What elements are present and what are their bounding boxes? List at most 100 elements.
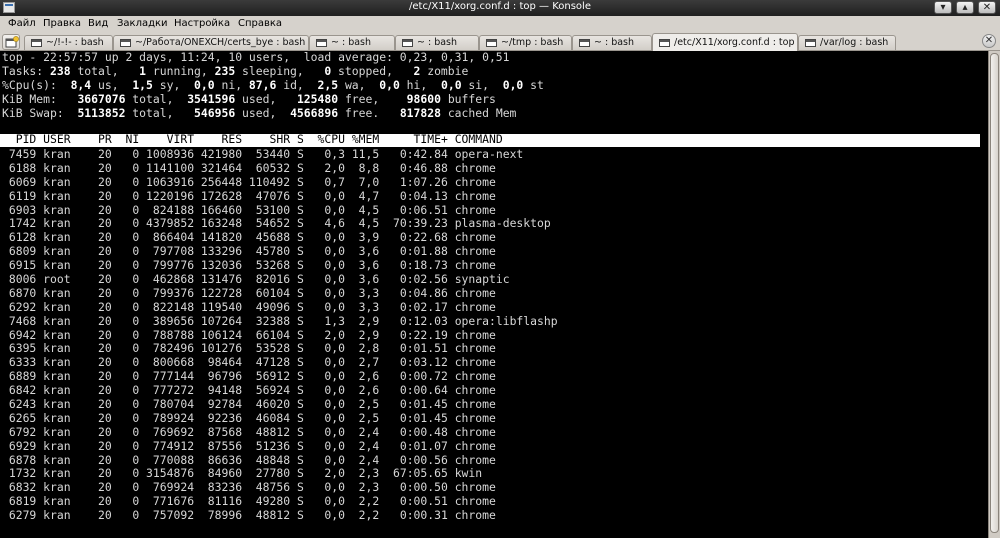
- cell-user: kran: [36, 299, 92, 314]
- tab-bash-2[interactable]: ~/Работа/ONEXCH/certs_bye : bash: [113, 35, 309, 50]
- terminal-view[interactable]: top - 22:57:57 up 2 days, 11:24, 10 user…: [0, 51, 988, 538]
- cell-virt: 797708: [139, 244, 195, 259]
- cell-virt: 799776: [139, 258, 195, 273]
- cell-mem: 4,5: [344, 202, 380, 217]
- cell-virt: 4379852: [139, 216, 195, 231]
- scrollbar-thumb[interactable]: [990, 53, 999, 533]
- cell-res: 133296: [194, 244, 243, 259]
- tab-bash-3[interactable]: ~ : bash: [309, 35, 395, 50]
- cell-pid: 6792: [2, 424, 37, 439]
- window-titlebar[interactable]: /etc/X11/xorg.conf.d : top — Konsole ▾ ▴…: [0, 0, 1000, 16]
- cell-ni: 0: [111, 508, 140, 523]
- cell-pr: 20: [91, 174, 112, 189]
- process-row: 6842 kran 20 0 777272 94148 56924 S 0,0 …: [2, 383, 558, 398]
- tasks-running: 1: [139, 63, 147, 78]
- cell-mem: 3,6: [344, 258, 380, 273]
- process-table-header[interactable]: PID USER PR NI VIRT RES SHR S %CPU %MEM …: [0, 132, 980, 147]
- cell-pr: 20: [91, 230, 112, 245]
- cell-shr: 45688: [242, 230, 291, 245]
- cell-virt: 780704: [139, 397, 195, 412]
- cell-cpu: 0,3: [303, 147, 345, 161]
- tab-bash-1[interactable]: ~/!-!- : bash: [24, 35, 113, 50]
- cell-pr: 20: [91, 369, 112, 384]
- cell-time: 0:01.51: [379, 341, 448, 356]
- cell-mem: 2,2: [344, 494, 380, 509]
- cell-cpu: 0,0: [303, 369, 345, 384]
- close-icon[interactable]: ✕: [978, 1, 996, 14]
- cell-ni: 0: [111, 424, 140, 439]
- cell-time: 0:04.86: [379, 285, 448, 300]
- vertical-scrollbar[interactable]: [988, 51, 1000, 538]
- menu-view[interactable]: Вид: [88, 18, 108, 29]
- cpu-wa: 2,5: [317, 77, 339, 92]
- column-header-cpu: %CPU: [303, 132, 345, 146]
- cell-command: chrome: [447, 355, 496, 370]
- cell-res: 96796: [194, 369, 243, 384]
- cell-ni: 0: [111, 285, 140, 300]
- cell-pr: 20: [91, 466, 112, 481]
- cell-cpu: 0,0: [303, 272, 345, 287]
- tab-bash-6[interactable]: ~ : bash: [572, 35, 652, 50]
- cell-res: 101276: [194, 341, 243, 356]
- menu-bookmarks[interactable]: Закладки: [117, 18, 168, 29]
- process-row: 6243 kran 20 0 780704 92784 46020 S 0,0 …: [2, 397, 558, 412]
- cell-ni: 0: [111, 480, 140, 495]
- cell-s: S: [290, 341, 304, 356]
- cell-ni: 0: [111, 272, 140, 287]
- cell-cpu: 0,0: [303, 299, 345, 314]
- cell-ni: 0: [111, 369, 140, 384]
- cell-pr: 20: [91, 202, 112, 217]
- terminal-icon: [486, 39, 497, 47]
- cell-command: chrome: [447, 480, 496, 495]
- cell-ni: 0: [111, 244, 140, 259]
- column-header-pr: PR: [91, 132, 112, 146]
- minimize-icon[interactable]: ▾: [934, 1, 952, 14]
- cell-mem: 3,3: [344, 299, 380, 314]
- cell-s: S: [290, 369, 304, 384]
- cell-user: kran: [36, 508, 92, 523]
- cell-virt: 769924: [139, 480, 195, 495]
- cell-time: 0:02.56: [379, 272, 448, 287]
- cell-cpu: 0,0: [303, 383, 345, 398]
- cell-res: 256448: [194, 174, 243, 189]
- cell-virt: 789924: [139, 410, 195, 425]
- menu-help[interactable]: Справка: [238, 18, 282, 29]
- cell-time: 0:03.12: [379, 355, 448, 370]
- cell-s: S: [290, 188, 304, 203]
- cell-mem: 3,3: [344, 285, 380, 300]
- tab-bash-4[interactable]: ~ : bash: [395, 35, 479, 50]
- tab-top-active[interactable]: /etc/X11/xorg.conf.d : top: [652, 33, 798, 51]
- menu-file[interactable]: Файл: [8, 18, 36, 29]
- tasks-zombie: 2: [413, 63, 421, 78]
- new-tab-button[interactable]: [2, 34, 20, 50]
- cell-pr: 20: [91, 188, 112, 203]
- process-row: 6265 kran 20 0 789924 92236 46084 S 0,0 …: [2, 410, 558, 426]
- cell-shr: 110492: [242, 174, 291, 189]
- cpu-id: 87,6: [248, 77, 277, 92]
- menu-edit[interactable]: Правка: [43, 18, 81, 29]
- column-header-user: USER: [36, 132, 92, 146]
- cell-shr: 48756: [242, 480, 291, 495]
- cell-mem: 2,4: [344, 424, 380, 439]
- cell-res: 172628: [194, 188, 243, 203]
- cell-pr: 20: [91, 480, 112, 495]
- menu-settings[interactable]: Настройка: [174, 18, 230, 29]
- cell-ni: 0: [111, 216, 140, 231]
- cell-s: S: [290, 216, 304, 231]
- maximize-icon[interactable]: ▴: [956, 1, 974, 14]
- close-tab-icon[interactable]: ✕: [982, 34, 996, 48]
- cell-ni: 0: [111, 174, 140, 189]
- tab-bash-8[interactable]: /var/log : bash: [798, 35, 896, 50]
- process-row: 6942 kran 20 0 788788 106124 66104 S 2,0…: [2, 328, 558, 343]
- cell-res: 141820: [194, 230, 243, 245]
- tab-bash-5[interactable]: ~/tmp : bash: [479, 35, 572, 50]
- process-row: 6279 kran 20 0 757092 78996 48812 S 0,0 …: [2, 508, 558, 523]
- cell-s: S: [290, 272, 304, 287]
- cell-user: kran: [36, 494, 92, 509]
- cell-s: S: [290, 410, 304, 425]
- cell-pid: 6128: [2, 230, 37, 245]
- cell-cpu: 0,0: [303, 494, 345, 509]
- cell-shr: 46084: [242, 410, 291, 425]
- tab-label: ~/!-!- : bash: [46, 37, 104, 48]
- cell-virt: 800668: [139, 355, 195, 370]
